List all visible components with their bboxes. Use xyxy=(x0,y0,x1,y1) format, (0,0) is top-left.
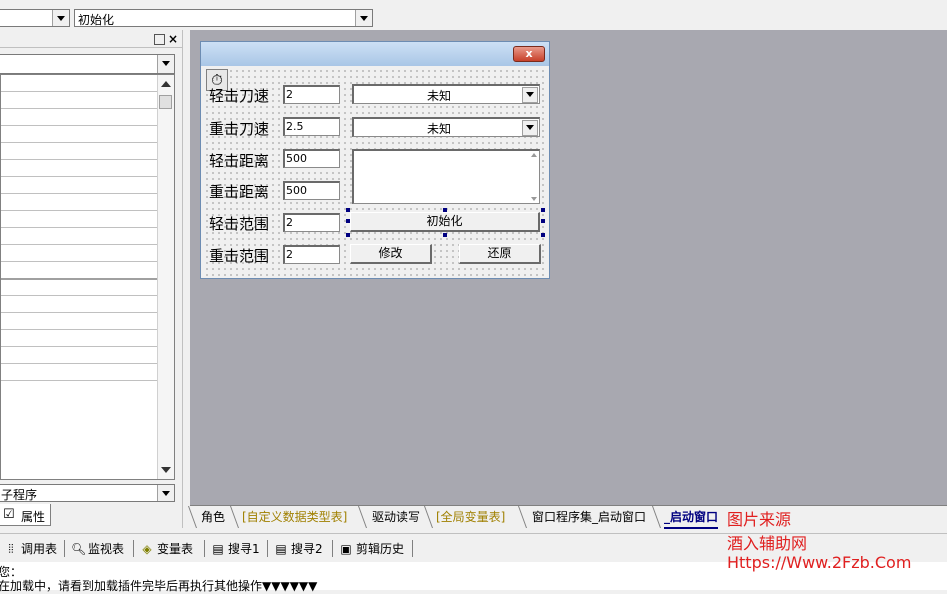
chevron-down-icon[interactable] xyxy=(157,55,174,73)
scroll-down-icon[interactable] xyxy=(161,467,171,473)
search-list-icon: ▤ xyxy=(275,542,287,556)
subroutine-selector-value: 子程序 xyxy=(1,488,38,502)
label-light-distance: 轻击距离 xyxy=(209,152,270,170)
search2-button[interactable]: ▤ 搜寻2 xyxy=(274,540,322,558)
modify-button[interactable]: 修改 xyxy=(350,244,432,264)
label-light-speed: 轻击刀速 xyxy=(209,87,270,105)
watermark-line-3: Https://Www.2Fzb.Com xyxy=(727,553,912,572)
search1-button[interactable]: ▤ 搜寻1 xyxy=(211,540,259,558)
dropdown-2-value: 未知 xyxy=(426,122,451,136)
tab-window-assembly[interactable]: 窗口程序集_启动窗口 xyxy=(532,508,646,527)
scroll-thumb[interactable] xyxy=(159,95,172,109)
speed-mode-dropdown-2[interactable]: 未知 xyxy=(352,117,540,137)
chevron-down-icon[interactable] xyxy=(355,10,372,26)
selection-handle[interactable] xyxy=(346,233,350,237)
scroll-up-icon[interactable] xyxy=(531,153,537,157)
subroutine-selector[interactable]: 子程序 xyxy=(0,484,175,502)
startup-window[interactable]: x ⏱ 轻击刀速 重击刀速 轻击距离 重击距离 轻击范围 重击范围 2 2.5 … xyxy=(200,41,550,279)
call-table-icon: ⦙⦙ xyxy=(8,542,14,556)
heavy-distance-input[interactable]: 500 xyxy=(283,181,340,200)
heavy-range-input[interactable]: 2 xyxy=(283,245,340,264)
tab-startup-window[interactable]: _启动窗口 xyxy=(664,508,719,529)
scroll-down-icon[interactable] xyxy=(531,197,537,201)
selection-handle[interactable] xyxy=(541,208,545,212)
selection-handle[interactable] xyxy=(346,208,350,212)
output-line-2: 在加载中，请看到加载插件完毕后再执行其他操作▼▼▼▼▼▼ xyxy=(0,579,318,593)
window-client-area: ⏱ 轻击刀速 重击刀速 轻击距离 重击距离 轻击范围 重击范围 2 2.5 50… xyxy=(204,68,546,276)
dropdown-1-value: 未知 xyxy=(426,89,451,103)
heavy-speed-input[interactable]: 2.5 xyxy=(283,117,340,136)
event-combo-value: 初始化 xyxy=(78,13,115,27)
speed-mode-dropdown-1[interactable]: 未知 xyxy=(352,84,540,104)
init-button[interactable]: 初始化 xyxy=(350,212,540,232)
tab-custom-types[interactable]: [自定义数据类型表] xyxy=(242,508,347,527)
tab-global-vars[interactable]: [全局变量表] xyxy=(436,508,505,527)
variable-table-button[interactable]: ◈ 变量表 xyxy=(140,540,193,558)
label-heavy-range: 重击范围 xyxy=(209,247,270,265)
selection-handle[interactable] xyxy=(443,208,447,212)
component-selector[interactable] xyxy=(0,54,175,74)
selection-handle[interactable] xyxy=(541,219,545,223)
selection-handle[interactable] xyxy=(443,233,447,237)
panel-header: × xyxy=(0,32,183,48)
label-heavy-speed: 重击刀速 xyxy=(209,120,270,138)
tab-driver-rw[interactable]: 驱动读写 xyxy=(372,508,420,527)
watermark-line-2: 酒入辅助网 xyxy=(727,534,808,553)
watermark-line-1: 图片来源 xyxy=(727,510,792,529)
search-list-icon: ▤ xyxy=(212,542,224,556)
tab-properties[interactable]: ☑ 属性 xyxy=(0,504,51,526)
selection-handle[interactable] xyxy=(346,219,350,223)
restore-button[interactable]: 还原 xyxy=(459,244,541,264)
window-titlebar[interactable]: x xyxy=(201,42,549,66)
object-combo[interactable] xyxy=(0,9,70,27)
chevron-down-icon[interactable] xyxy=(52,10,69,26)
restore-icon[interactable] xyxy=(154,34,165,45)
light-distance-input[interactable]: 500 xyxy=(283,149,340,168)
document-tabs: 角色 [自定义数据类型表] 驱动读写 [全局变量表] 窗口程序集_启动窗口 _启… xyxy=(187,505,947,529)
window-close-button[interactable]: x xyxy=(513,46,545,62)
event-combo[interactable]: 初始化 xyxy=(74,9,373,27)
property-list[interactable] xyxy=(0,74,175,480)
close-icon[interactable]: × xyxy=(168,32,178,46)
log-textbox[interactable] xyxy=(352,149,540,204)
variable-icon: ◈ xyxy=(142,542,152,556)
light-speed-input[interactable]: 2 xyxy=(283,85,340,104)
top-toolbar: 初始化 xyxy=(0,0,947,30)
tab-properties-label: 属性 xyxy=(21,510,46,524)
light-range-input[interactable]: 2 xyxy=(283,213,340,232)
tab-role[interactable]: 角色 xyxy=(201,508,225,527)
selection-handle[interactable] xyxy=(541,233,545,237)
property-scrollbar[interactable] xyxy=(157,75,174,479)
scroll-up-icon[interactable] xyxy=(161,81,171,87)
chevron-down-icon[interactable] xyxy=(157,485,174,501)
label-heavy-distance: 重击距离 xyxy=(209,183,270,201)
call-table-button[interactable]: ⦙⦙ 调用表 xyxy=(4,540,57,558)
label-light-range: 轻击范围 xyxy=(209,215,270,233)
chevron-down-icon[interactable] xyxy=(522,87,538,103)
magnifier-icon: 🔍︎ xyxy=(71,542,87,556)
clip-history-button[interactable]: ▣ 剪辑历史 xyxy=(339,540,404,558)
clipboard-icon: ▣ xyxy=(340,542,352,556)
properties-icon: ☑ xyxy=(3,507,15,522)
chevron-down-icon[interactable] xyxy=(522,120,538,136)
watch-table-button[interactable]: 🔍︎ 监视表 xyxy=(71,540,124,558)
